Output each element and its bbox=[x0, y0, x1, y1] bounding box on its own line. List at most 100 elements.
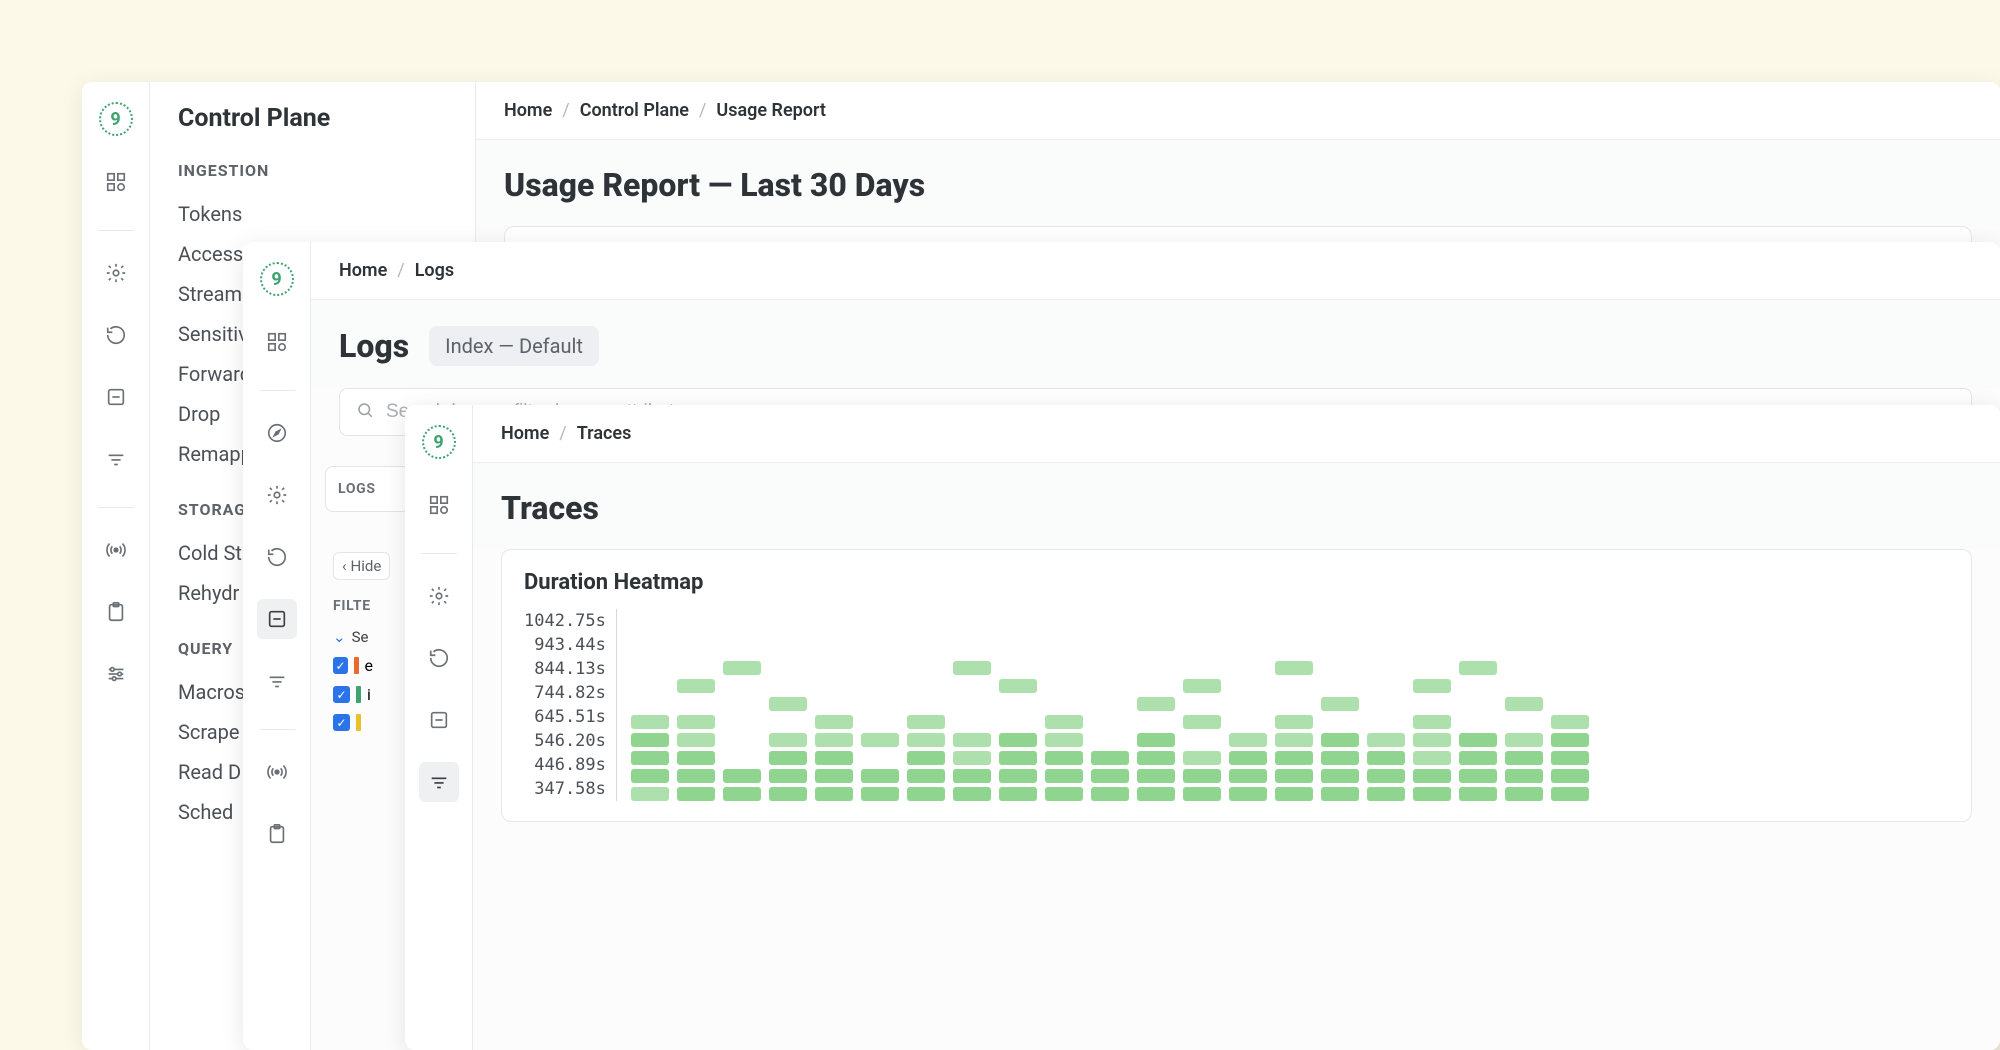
filter-icon[interactable] bbox=[96, 439, 136, 479]
heatmap-cell bbox=[1413, 715, 1451, 729]
filter-section[interactable]: ⌄ Se bbox=[333, 628, 373, 646]
broadcast-icon[interactable] bbox=[257, 752, 297, 792]
breadcrumb-usage-report[interactable]: Usage Report bbox=[716, 100, 826, 121]
filter-icon[interactable] bbox=[419, 762, 459, 802]
gear-icon[interactable] bbox=[96, 253, 136, 293]
gear-icon[interactable] bbox=[257, 475, 297, 515]
heatmap-cell bbox=[1321, 787, 1359, 801]
heatmap-column bbox=[1551, 661, 1589, 801]
heatmap-cell bbox=[769, 751, 807, 765]
breadcrumb-logs[interactable]: Logs bbox=[415, 260, 454, 281]
heatmap-cell bbox=[861, 661, 899, 675]
heatmap-cell bbox=[1551, 679, 1589, 693]
heatmap-cell bbox=[907, 787, 945, 801]
checkbox-icon[interactable]: ✓ bbox=[333, 686, 350, 703]
heatmap-cell bbox=[1137, 715, 1175, 729]
heatmap-cell bbox=[861, 697, 899, 711]
heatmap-cell bbox=[769, 661, 807, 675]
heatmap-cell bbox=[1321, 769, 1359, 783]
filter-icon[interactable] bbox=[257, 661, 297, 701]
sliders-icon[interactable] bbox=[96, 654, 136, 694]
heatmap-cell bbox=[1275, 787, 1313, 801]
heatmap-cell bbox=[1551, 661, 1589, 675]
severity-bar bbox=[356, 686, 361, 703]
icon-rail: 9 bbox=[243, 242, 311, 1050]
breadcrumb-control-plane[interactable]: Control Plane bbox=[580, 100, 689, 121]
heatmap-cell bbox=[953, 697, 991, 711]
heatmap-cell bbox=[631, 751, 669, 765]
heatmap-cell bbox=[1091, 751, 1129, 765]
heatmap-cell bbox=[953, 661, 991, 675]
severity-bar bbox=[354, 657, 358, 674]
refresh-icon[interactable] bbox=[419, 638, 459, 678]
heatmap: 1042.75s943.44s844.13s744.82s645.51s546.… bbox=[524, 609, 1949, 801]
document-icon[interactable] bbox=[96, 377, 136, 417]
heatmap-cell bbox=[1045, 661, 1083, 675]
heatmap-cell bbox=[1413, 787, 1451, 801]
heatmap-cell bbox=[1459, 661, 1497, 675]
sidebar-item-tokens[interactable]: Tokens bbox=[178, 194, 447, 234]
heatmap-cell bbox=[1413, 697, 1451, 711]
filter-row[interactable]: ✓ bbox=[333, 714, 373, 731]
refresh-icon[interactable] bbox=[257, 537, 297, 577]
heatmap-cell bbox=[1275, 679, 1313, 693]
heatmap-cell bbox=[1183, 787, 1221, 801]
heatmap-cell bbox=[815, 751, 853, 765]
heatmap-cell bbox=[815, 733, 853, 747]
heatmap-cell bbox=[1367, 679, 1405, 693]
logo-icon[interactable]: 9 bbox=[99, 102, 133, 136]
heatmap-cell bbox=[723, 787, 761, 801]
broadcast-icon[interactable] bbox=[96, 530, 136, 570]
document-icon[interactable] bbox=[419, 700, 459, 740]
filter-row[interactable]: ✓ i bbox=[333, 685, 373, 704]
dashboard-icon[interactable] bbox=[419, 485, 459, 525]
heatmap-cell bbox=[907, 679, 945, 693]
refresh-icon[interactable] bbox=[96, 315, 136, 355]
heatmap-column bbox=[1367, 661, 1405, 801]
filter-row[interactable]: ✓ e bbox=[333, 656, 373, 675]
heatmap-cell bbox=[677, 679, 715, 693]
dashboard-icon[interactable] bbox=[257, 322, 297, 362]
clipboard-icon[interactable] bbox=[257, 814, 297, 854]
heatmap-cell bbox=[631, 697, 669, 711]
heatmap-cell bbox=[1505, 679, 1543, 693]
heatmap-cell bbox=[1275, 697, 1313, 711]
heatmap-cell bbox=[1459, 679, 1497, 693]
dashboard-icon[interactable] bbox=[96, 162, 136, 202]
heatmap-cell bbox=[1321, 679, 1359, 693]
heatmap-card: Duration Heatmap 1042.75s943.44s844.13s7… bbox=[501, 549, 1972, 822]
y-tick: 546.20s bbox=[534, 729, 606, 753]
heatmap-cell bbox=[1367, 661, 1405, 675]
heatmap-cell bbox=[1229, 751, 1267, 765]
heatmap-cell bbox=[1091, 769, 1129, 783]
heatmap-cell bbox=[999, 751, 1037, 765]
hide-button[interactable]: ‹ Hide bbox=[333, 552, 390, 580]
heatmap-cell bbox=[677, 787, 715, 801]
page-title: Usage Report — Last 30 Days bbox=[504, 166, 925, 204]
gear-icon[interactable] bbox=[419, 576, 459, 616]
breadcrumb-home[interactable]: Home bbox=[501, 423, 549, 444]
index-pill[interactable]: Index — Default bbox=[429, 326, 599, 366]
heatmap-cell bbox=[1459, 733, 1497, 747]
heatmap-cell bbox=[1045, 751, 1083, 765]
breadcrumb-home[interactable]: Home bbox=[504, 100, 552, 121]
logo-icon[interactable]: 9 bbox=[422, 425, 456, 459]
heatmap-cell bbox=[1091, 697, 1129, 711]
document-icon[interactable] bbox=[257, 599, 297, 639]
checkbox-icon[interactable]: ✓ bbox=[333, 714, 350, 731]
search-icon bbox=[356, 401, 374, 423]
heatmap-cell bbox=[861, 679, 899, 693]
breadcrumb-traces[interactable]: Traces bbox=[577, 423, 632, 444]
filter-char: e bbox=[365, 656, 373, 675]
logo-icon[interactable]: 9 bbox=[260, 262, 294, 296]
heatmap-cell bbox=[1367, 733, 1405, 747]
clipboard-icon[interactable] bbox=[96, 592, 136, 632]
heatmap-cell bbox=[907, 751, 945, 765]
heatmap-cell bbox=[1413, 751, 1451, 765]
compass-icon[interactable] bbox=[257, 413, 297, 453]
heatmap-cell bbox=[631, 769, 669, 783]
heatmap-cell bbox=[723, 715, 761, 729]
breadcrumb-home[interactable]: Home bbox=[339, 260, 387, 281]
heatmap-cell bbox=[1183, 715, 1221, 729]
checkbox-icon[interactable]: ✓ bbox=[333, 657, 348, 674]
